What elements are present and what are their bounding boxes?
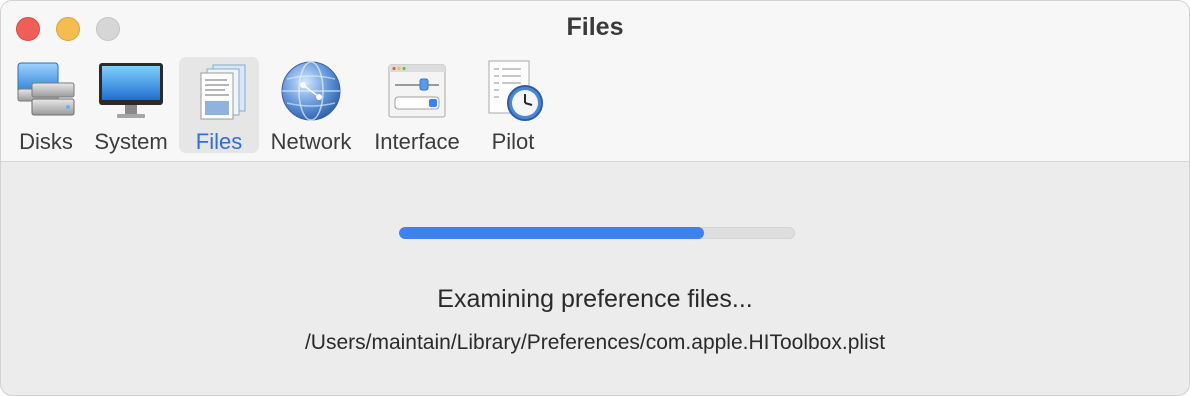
files-window: Files Disks System Files Network Interfa…: [0, 0, 1190, 396]
toolbar-item-files[interactable]: Files: [179, 57, 259, 154]
toolbar-item-label: Disks: [19, 129, 73, 154]
toolbar-item-label: Interface: [374, 129, 460, 154]
window-title: Files: [566, 13, 624, 41]
window-toolbar: Files Disks System Files Network Interfa…: [1, 1, 1189, 162]
pilot-clock-icon: [488, 60, 543, 121]
toolbar-item-system[interactable]: System: [89, 57, 173, 154]
toolbar-item-label: Pilot: [491, 129, 535, 154]
documents-icon: [200, 64, 246, 120]
toolbar-item-disks[interactable]: Disks: [9, 57, 83, 154]
toolbar-item-pilot[interactable]: Pilot: [477, 57, 549, 154]
progress-bar: [399, 227, 795, 239]
current-file-path: /Users/maintain/Library/Preferences/com.…: [304, 331, 886, 354]
toolbar-item-label: Network: [270, 129, 352, 154]
interface-window-icon: [388, 64, 446, 118]
toolbar-item-interface[interactable]: Interface: [365, 57, 469, 154]
toolbar-item-label: System: [94, 129, 168, 154]
progress-fill: [399, 227, 704, 239]
disks-icon: [17, 62, 75, 116]
monitor-icon: [99, 63, 163, 118]
toolbar-item-label: Files: [195, 129, 243, 154]
globe-icon: [281, 61, 341, 121]
toolbar-item-network[interactable]: Network: [265, 57, 357, 154]
status-text: Examining preference files...: [437, 285, 753, 313]
